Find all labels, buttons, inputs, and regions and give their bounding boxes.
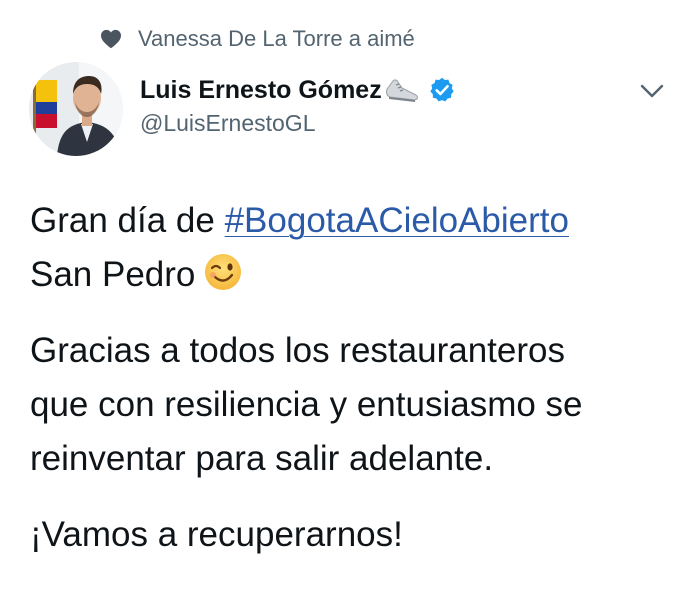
- chevron-down-icon[interactable]: [638, 80, 666, 102]
- tweet-text-prefix: Gran día de: [30, 201, 225, 240]
- author-name-row[interactable]: Luis Ernesto Gómez: [140, 70, 456, 110]
- tweet-card[interactable]: Vanessa De La Torre a aimé Luis Ernesto …: [0, 0, 691, 600]
- hashtag-link[interactable]: #BogotaACieloAbierto: [225, 201, 569, 240]
- winking-face-icon: [205, 254, 242, 290]
- tweet-paragraph-line: Gracias a todos los restauranteros: [30, 331, 565, 370]
- tweet-text-place: San Pedro: [30, 255, 196, 294]
- tweet-text-line: San Pedro: [30, 248, 680, 302]
- social-context: Vanessa De La Torre a aimé: [100, 22, 415, 56]
- tweet-paragraph: Gracias a todos los restauranteros que c…: [30, 324, 680, 486]
- tweet-text-line: Gran día de #BogotaACieloAbierto: [30, 194, 680, 248]
- author-display-name[interactable]: Luis Ernesto Gómez: [140, 76, 382, 105]
- tweet-paragraph-line: reinventar para salir adelante.: [30, 439, 494, 478]
- tweet-paragraph: ¡Vamos a recuperarnos!: [30, 515, 403, 554]
- tweet-paragraph-line: que con resiliencia y entusiasmo se: [30, 385, 583, 424]
- social-context-text[interactable]: Vanessa De La Torre a aimé: [138, 26, 415, 52]
- heart-icon: [101, 29, 121, 49]
- avatar-photo: [29, 62, 123, 156]
- author-handle[interactable]: @LuisErnestoGL: [140, 110, 316, 137]
- verified-badge-icon: [430, 77, 454, 102]
- avatar[interactable]: [29, 62, 123, 156]
- running-shoe-icon: [385, 79, 418, 102]
